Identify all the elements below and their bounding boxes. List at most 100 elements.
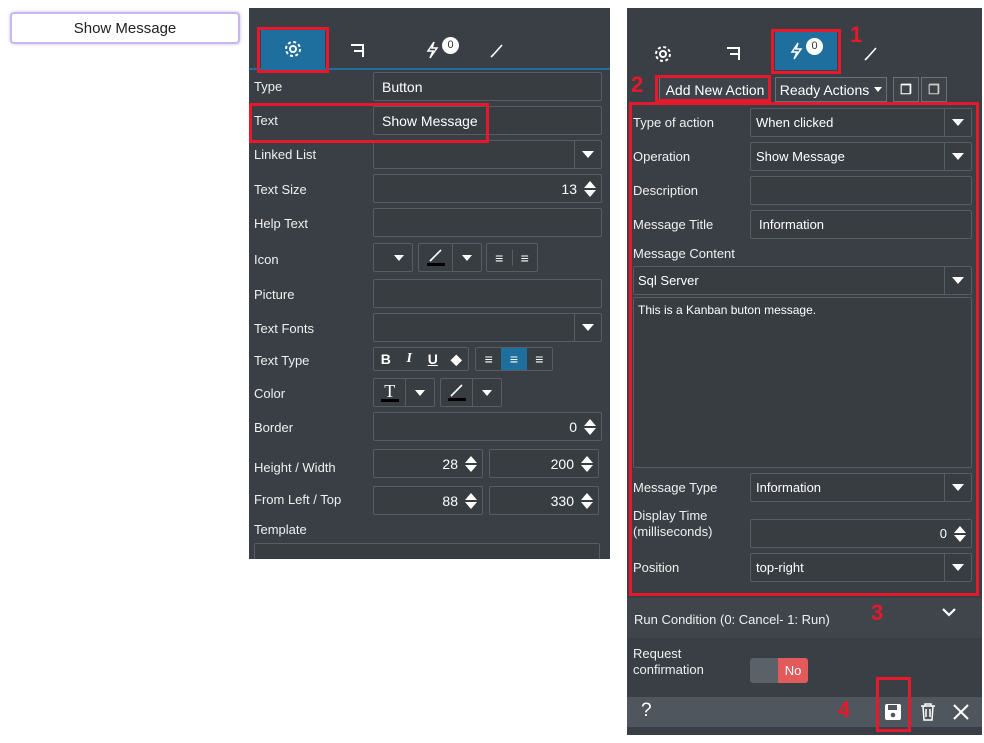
flag-icon [727,47,740,60]
icon-color-picker[interactable] [418,243,482,272]
width-stepper[interactable]: 200 [489,449,599,478]
height-stepper[interactable]: 28 [373,449,483,478]
toggle-state: No [778,658,808,683]
bolt-icon [426,41,439,59]
add-new-action-button[interactable]: Add New Action [659,77,771,102]
border-stepper[interactable]: 0 [373,412,602,441]
chevron-down-icon [415,389,426,396]
confirmation-toggle[interactable]: No [750,658,808,683]
label-text-fonts: Text Fonts [254,321,314,336]
spinner-icon[interactable] [460,455,482,472]
copy-button[interactable]: ❐ [893,77,919,102]
align-right-icon[interactable]: ≡ [511,249,538,266]
label-color: Color [254,386,286,401]
chevron-down-icon [582,151,594,158]
chevron-down-icon [582,324,594,331]
align-left-icon[interactable]: ≡ [476,351,501,367]
label-position: Position [633,560,680,575]
text-size-value: 13 [561,180,577,197]
eraser-icon[interactable]: ◆ [445,351,469,368]
bold-icon[interactable]: B [374,351,398,367]
description-field[interactable] [750,176,972,205]
tab-settings[interactable] [645,40,681,68]
top-stepper[interactable]: 330 [489,486,599,515]
chevron-down-icon [394,254,404,261]
chevron-down-icon [952,153,964,160]
annotation-4: 4 [838,697,851,722]
spinner-icon[interactable] [579,180,601,197]
label-linked-list: Linked List [254,147,317,162]
chevron-down-icon [952,119,964,126]
run-condition-section[interactable]: Run Condition (0: Cancel- 1: Run) [627,598,982,638]
text-field[interactable]: Show Message [373,106,602,135]
template-field[interactable] [254,543,600,559]
type-of-action-select[interactable]: When clicked [750,108,972,137]
height-value: 28 [442,455,458,472]
tab-actions[interactable]: 0 [775,32,837,70]
spinner-icon[interactable] [576,492,598,509]
border-value: 0 [569,418,577,435]
operation-select[interactable]: Show Message [750,142,972,171]
spinner-icon[interactable] [579,418,601,435]
italic-icon[interactable]: I [398,351,422,367]
message-content-textarea[interactable]: This is a Kanban buton message. [633,297,972,468]
chevron-down-icon[interactable] [941,606,957,618]
close-button[interactable] [950,701,972,723]
message-type-select[interactable]: Information [750,473,972,502]
label-template: Template [254,522,307,537]
tab-layout[interactable] [715,40,751,68]
label-display-time: Display Time (milliseconds) [633,508,713,539]
label-message-type: Message Type [633,480,718,495]
help-button[interactable]: ? [641,700,652,722]
icon-select[interactable] [373,243,413,272]
text-size-stepper[interactable]: 13 [373,174,602,203]
gear-icon [285,41,301,57]
spinner-icon[interactable] [949,525,971,542]
content-source-select[interactable]: Sql Server [633,266,972,295]
tab-actions[interactable]: 0 [417,36,467,64]
icon-align-group[interactable]: ≡ ≡ [486,243,538,272]
label-help-text: Help Text [254,216,308,231]
chevron-down-icon [482,389,493,396]
tab-settings[interactable] [261,30,325,68]
label-request-confirmation: Request confirmation [633,646,704,677]
bg-color-picker[interactable] [440,378,502,407]
panel-tabs: 0 [627,8,982,72]
type-field[interactable]: Button [373,72,602,101]
delete-button[interactable] [917,701,939,723]
align-right-icon[interactable]: ≡ [527,351,552,367]
spinner-icon[interactable] [576,455,598,472]
display-time-stepper[interactable]: 0 [750,519,972,548]
text-style-group[interactable]: B I U ◆ [373,347,469,371]
picture-field[interactable] [373,279,602,308]
actions-panel: 0 Add New Action Ready Actions ❐ ❐ Type … [627,8,982,735]
help-text-field[interactable] [373,208,602,237]
align-center-icon[interactable]: ≡ [501,348,527,370]
linked-list-select[interactable] [373,140,602,169]
message-title-field[interactable]: Information [750,210,972,239]
run-condition-label: Run Condition (0: Cancel- 1: Run) [634,612,830,627]
text-color-picker[interactable]: T [373,378,435,407]
save-button[interactable] [882,701,904,723]
paste-icon: ❐ [928,81,940,97]
label-description: Description [633,183,699,198]
left-stepper[interactable]: 88 [373,486,483,515]
label-icon: Icon [254,252,279,267]
type-value: Button [382,78,423,95]
brush-icon [490,44,503,58]
chevron-down-icon [952,564,964,571]
panel-tabs: 0 [249,8,610,70]
position-select[interactable]: top-right [750,553,972,582]
trash-icon [921,703,935,721]
width-value: 200 [550,455,574,472]
underline-icon[interactable]: U [421,351,445,367]
tab-style[interactable] [481,38,511,64]
ready-actions-dropdown[interactable]: Ready Actions [775,77,887,102]
text-align-group[interactable]: ≡ ≡ ≡ [475,347,553,371]
tab-layout[interactable] [337,38,377,64]
align-left-icon[interactable]: ≡ [487,250,512,266]
preview-button[interactable]: Show Message [10,12,240,44]
spinner-icon[interactable] [460,492,482,509]
paste-button[interactable]: ❐ [921,77,947,102]
text-fonts-select[interactable] [373,313,602,342]
